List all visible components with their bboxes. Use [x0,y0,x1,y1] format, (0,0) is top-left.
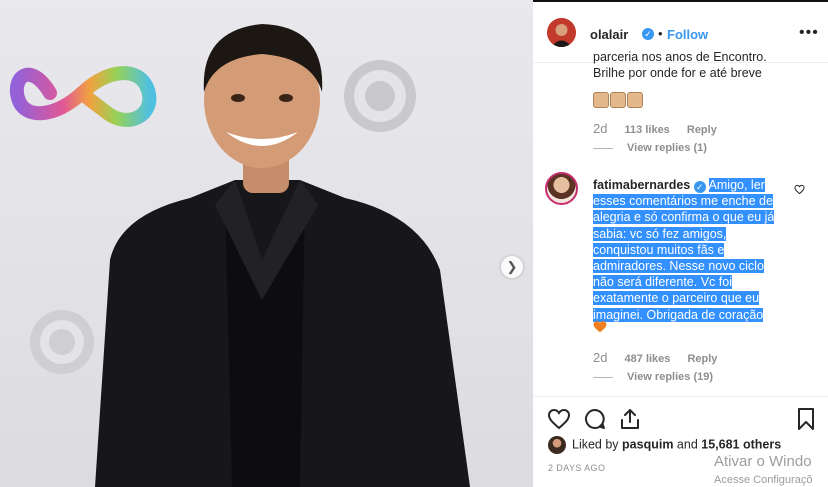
windows-activation-subtext: Acesse Configuraçõ [714,474,813,486]
next-photo-button[interactable]: ❯ [501,256,523,278]
comment-body: fatimabernardes ✓ Amigo, ler esses comen… [593,177,783,323]
save-bookmark-icon[interactable] [794,407,818,431]
post-actions-bar [533,396,828,431]
liker-avatar[interactable] [548,436,566,454]
comment-likes[interactable]: 487 likes [625,353,671,365]
verified-badge-icon: ✓ [642,28,654,40]
windows-activation-watermark: Ativar o Windo [714,453,812,470]
liked-by-count[interactable]: 15,681 others [701,437,781,451]
comment-time[interactable]: 2d [593,121,607,136]
reply-button[interactable]: Reply [687,353,717,365]
chevron-right-icon: ❯ [506,259,518,274]
commenter-username[interactable]: fatimabernardes [593,178,690,192]
post-timestamp[interactable]: 2 DAYS AGO [548,463,605,473]
comment-text: Amigo, ler esses comentários me enche de… [593,178,775,322]
replies-divider [593,147,613,149]
verified-badge-icon: ✓ [693,181,706,193]
comment-time[interactable]: 2d [593,350,607,365]
comment-meta: 2d 487 likes Reply [593,350,731,365]
view-replies-button[interactable]: View replies (1) [593,142,707,154]
post-side-panel: olalair ✓ • Follow ••• parceria nos anos… [533,2,828,487]
comment-line: parceria nos anos de Encontro. [593,50,767,64]
reply-button[interactable]: Reply [687,124,717,136]
comment-bubble-icon[interactable] [583,407,607,431]
liked-by-middle: and [673,437,702,452]
post-photo-image [9,24,470,487]
liked-by-line: Liked by pasquim and 15,681 others [548,436,781,454]
liked-by-prefix: Liked by [572,437,623,452]
header-separator: • [658,26,663,41]
author-username[interactable]: olalair [590,27,628,42]
replies-divider [593,376,613,378]
comment-line: Brilhe por onde for e até breve [593,66,762,80]
liked-by-user[interactable]: pasquim [622,437,673,451]
like-heart-icon[interactable] [547,407,571,431]
view-replies-label: View replies (1) [627,142,707,154]
comment-text-partial: parceria nos anos de Encontro. Brilhe po… [593,49,778,81]
comment-likes[interactable]: 113 likes [625,124,670,136]
orange-heart-icon [593,321,607,333]
view-replies-label: View replies (19) [627,371,714,383]
like-comment-heart-icon[interactable] [794,184,805,195]
more-options-button[interactable]: ••• [799,24,819,42]
view-replies-button[interactable]: View replies (19) [593,371,713,383]
share-icon[interactable] [618,407,642,431]
post-photo[interactable]: ❯ [0,0,533,487]
commenter-avatar[interactable] [545,172,578,205]
follow-button[interactable]: Follow [667,27,708,42]
clapping-hands-icon [593,92,643,108]
author-avatar[interactable] [547,18,576,47]
comment-meta: 2d 113 likes Reply [593,121,731,136]
